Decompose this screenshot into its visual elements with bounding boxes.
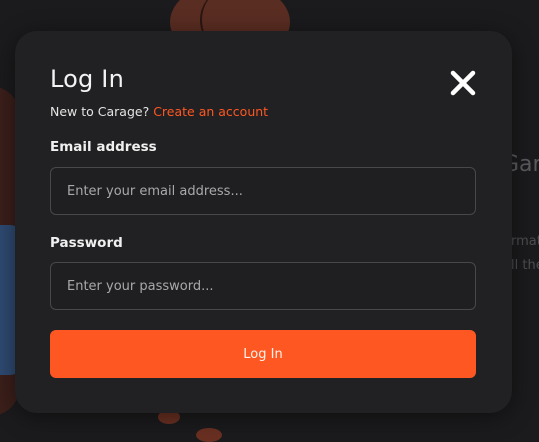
modal-title: Log In (50, 65, 124, 93)
create-account-link[interactable]: Create an account (153, 104, 268, 119)
login-button[interactable]: Log In (50, 330, 476, 378)
close-icon (450, 70, 476, 96)
background-text-line: ll the (511, 258, 539, 273)
login-modal: Log In New to Carage? Create an account … (15, 31, 512, 413)
background-decoration (196, 428, 222, 442)
email-field[interactable] (50, 167, 476, 215)
password-field[interactable] (50, 262, 476, 310)
close-button[interactable] (449, 69, 477, 97)
password-label: Password (50, 235, 123, 251)
email-label: Email address (50, 139, 157, 155)
signup-prompt-text: New to Carage? (50, 104, 150, 119)
signup-prompt: New to Carage? Create an account (50, 104, 268, 119)
background-text-line: rmat (511, 234, 539, 249)
